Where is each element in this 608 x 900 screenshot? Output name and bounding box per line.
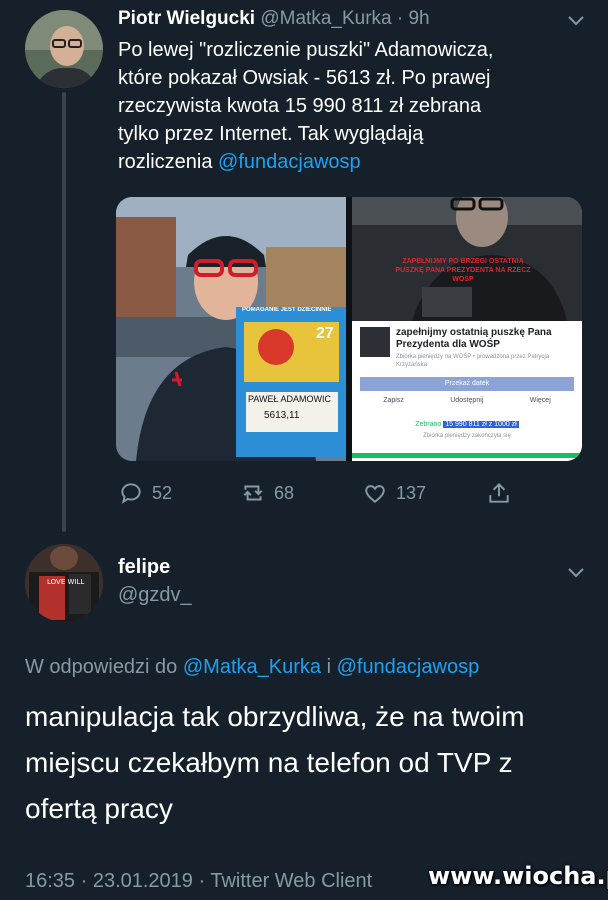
raised-row: Zebrano 15 990 811 zł z 1000 zł (352, 421, 582, 428)
in-reply-and: i (321, 656, 337, 678)
tweet-header: Piotr Wielgucki @Matka_Kurka · 9h (118, 8, 430, 30)
tweet-text-fragment: rozliczenia (118, 151, 219, 173)
sign-top-text: POMAGANIE JEST DZIECINNIE (242, 307, 332, 313)
sign-badge-text: 27 (316, 325, 334, 342)
chevron-down-icon (568, 16, 584, 26)
retweet-action[interactable]: 68 (240, 480, 294, 506)
sign-amount-text: 5613,11 (264, 410, 300, 421)
fundraiser-closed-text: Zbiórka pieniędzy zakończyła się (423, 433, 511, 439)
tweet-time[interactable]: 9h (408, 8, 429, 29)
mention-link[interactable]: @fundacjawosp (218, 151, 361, 173)
retweet-count: 68 (274, 482, 295, 503)
reply-menu-button[interactable] (564, 560, 588, 584)
in-reply-to: W odpowiedzi do @Matka_Kurka i @fundacja… (25, 656, 479, 679)
fundraiser-card[interactable]: zapełnijmy ostatnią puszkę Pana Prezyden… (352, 321, 582, 461)
thread-connector-line (62, 92, 66, 532)
donate-button[interactable]: Przekaż datek (360, 377, 574, 391)
svg-text:LOVE WILL: LOVE WILL (47, 578, 84, 586)
like-count: 137 (396, 482, 427, 503)
tweet-text-line: Po lewej "rozliczenie puszki" Adamowicza… (118, 39, 494, 61)
reply-icon (121, 483, 141, 504)
tweet-text: Po lewej "rozliczenie puszki" Adamowicza… (118, 36, 598, 176)
sign-name-text: PAWEŁ ADAMOWIC (248, 394, 332, 404)
separator-dot: · (391, 8, 409, 29)
raised-label: Zebrano (415, 421, 442, 428)
in-reply-mention[interactable]: @Matka_Kurka (183, 656, 321, 678)
reply-timestamp[interactable]: 16:35 · 23.01.2019 · Twitter Web Client (25, 870, 372, 893)
overlay-text: ZAPEŁNIJMY PO BRZEGI OSTATNIĄ PUSZKĘ PAN… (395, 258, 531, 283)
fundraiser-subtitle: Zbiórka pieniędzy na WOŚP • prowadzona p… (396, 354, 550, 368)
in-reply-prefix: W odpowiedzi do (25, 656, 183, 678)
tweet-text-line: rozliczenia @fundacjawosp (118, 148, 598, 176)
reply-author-avatar[interactable]: LOVE WILL (25, 544, 103, 622)
reply-author-display-name[interactable]: felipe (118, 556, 170, 579)
chevron-down-icon (568, 568, 584, 578)
reply-action[interactable]: 52 (118, 480, 172, 506)
retweet-icon (243, 485, 263, 501)
in-reply-mention[interactable]: @fundacjawosp (337, 656, 480, 678)
fundraiser-title[interactable]: zapełnijmy ostatnią puszkę Pana Prezyden… (396, 327, 576, 351)
tweet-media[interactable]: POMAGANIE JEST DZIECINNIE 27 PAWEŁ ADAMO… (116, 197, 582, 461)
share-fundraiser-button[interactable]: Udostępnij (450, 397, 483, 411)
tweet-menu-button[interactable] (564, 8, 588, 32)
photo-owsiak-image (116, 197, 346, 461)
watermark: www.wiocha.pl (428, 862, 608, 890)
reply-author-handle[interactable]: @gzdv_ (118, 584, 192, 607)
reply-text-line: miejscu czekałbym na telefon od TVP z (25, 747, 513, 778)
author-handle[interactable]: @Matka_Kurka (260, 8, 391, 29)
more-fundraiser-button[interactable]: Więcej (530, 397, 551, 411)
tweet-text-line: rzeczywista kwota 15 990 811 zł zebrana (118, 95, 482, 117)
reply-text: manipulacja tak obrzydliwa, że na twoim … (25, 694, 595, 832)
author-avatar-image (25, 10, 103, 88)
like-icon (365, 485, 385, 503)
fundraiser-action-row: Zapisz Udostępnij Więcej (360, 397, 574, 411)
author-avatar[interactable] (25, 10, 103, 88)
media-photo-left[interactable]: POMAGANIE JEST DZIECINNIE 27 PAWEŁ ADAMO… (116, 197, 346, 461)
fundraiser-thumbnail (360, 327, 390, 357)
fundraiser-progress-bar (352, 453, 582, 458)
reply-avatar-image: LOVE WILL (25, 544, 103, 622)
share-action[interactable] (486, 480, 512, 506)
author-display-name[interactable]: Piotr Wielgucki (118, 8, 255, 29)
tweet-text-line: które pokazał Owsiak - 5613 zł. Po prawe… (118, 67, 491, 89)
reply-text-line: ofertą pracy (25, 793, 173, 824)
like-action[interactable]: 137 (362, 480, 426, 506)
media-photo-right[interactable]: ZAPEŁNIJMY PO BRZEGI OSTATNIĄ PUSZKĘ PAN… (352, 197, 582, 461)
tweet-text-line: tylko przez Internet. Tak wyglądają (118, 123, 424, 145)
reply-text-line: manipulacja tak obrzydliwa, że na twoim (25, 701, 525, 732)
raised-amount: 15 990 811 zł z 1000 zł (443, 421, 519, 428)
reply-count: 52 (152, 482, 173, 503)
save-fundraiser-button[interactable]: Zapisz (383, 397, 404, 411)
share-icon (489, 482, 509, 503)
